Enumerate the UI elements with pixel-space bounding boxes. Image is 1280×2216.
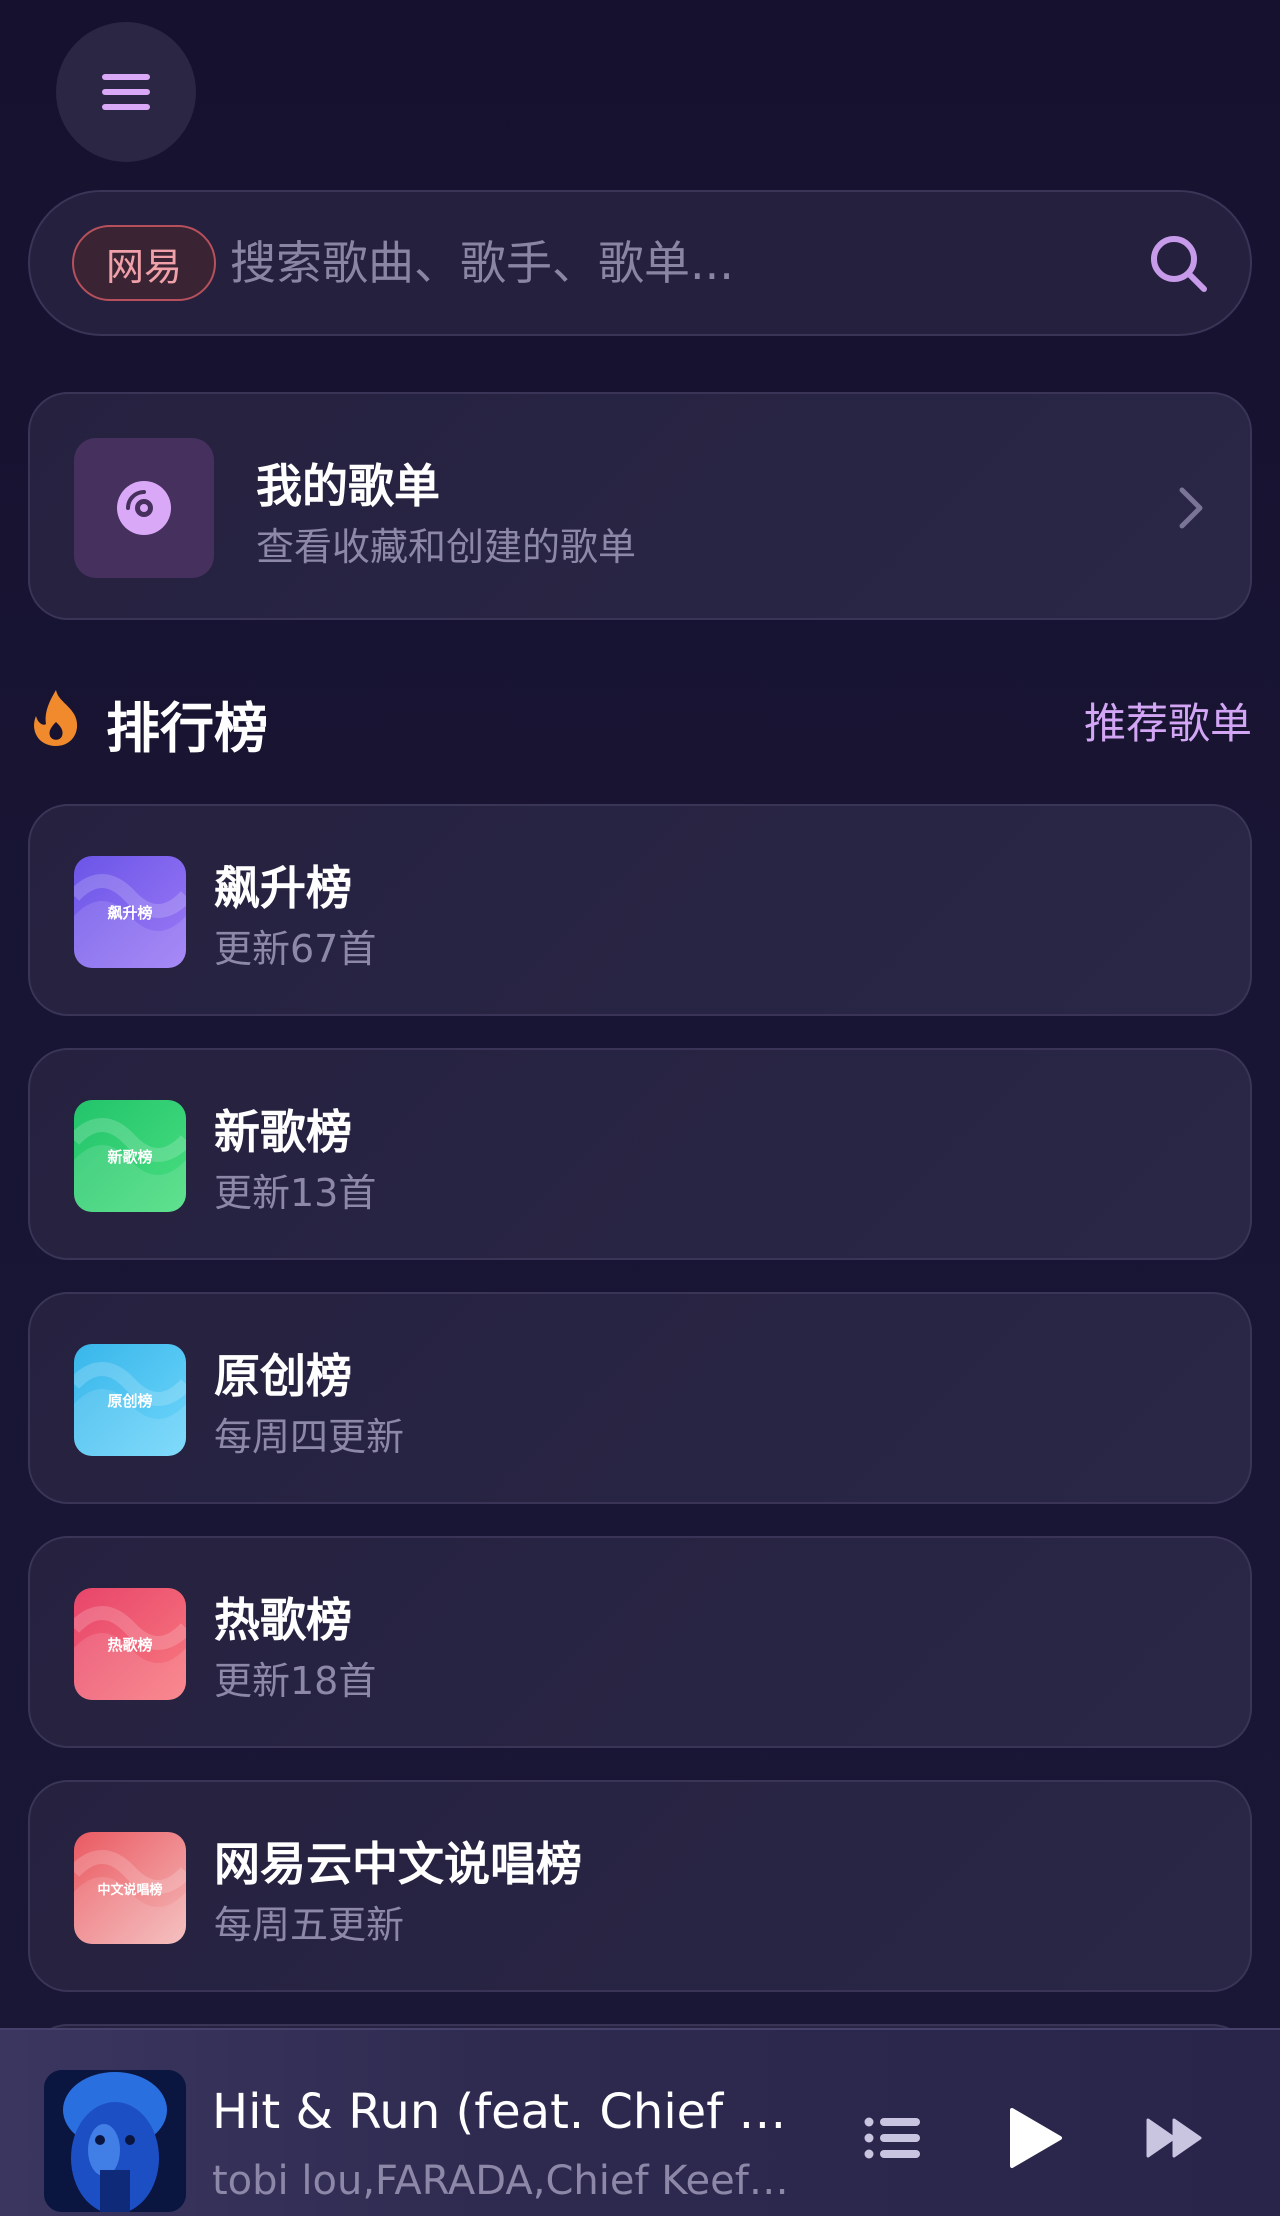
play-icon[interactable]	[1004, 2106, 1064, 2170]
chart-thumb: 热歌榜	[74, 1588, 186, 1700]
source-chip[interactable]: 网易	[72, 225, 216, 301]
chart-name: 新歌榜	[214, 1105, 352, 1159]
chart-meta: 更新13首	[214, 1171, 377, 1215]
disc-icon	[117, 481, 171, 535]
song-title: Hit & Run (feat. Chief Keef & BabyDrill)	[212, 2084, 802, 2140]
search-bar: 网易	[28, 190, 1252, 336]
section-title: 排行榜	[106, 697, 268, 760]
music-home-page: 网易 我的歌单 查看收藏和创建的歌单 排行榜 推荐歌单	[0, 0, 1280, 2216]
chart-name: 网易云中文说唱榜	[214, 1837, 582, 1891]
chart-thumb-label: 中文说唱榜	[97, 1882, 163, 1898]
playlist-icon[interactable]	[864, 2114, 920, 2162]
chart-name: 原创榜	[214, 1349, 352, 1403]
now-playing-bar[interactable]: Hit & Run (feat. Chief Keef & BabyDrill)…	[0, 2028, 1280, 2216]
menu-icon	[102, 74, 150, 110]
search-icon[interactable]	[1146, 231, 1210, 295]
chart-thumb-label: 飙升榜	[107, 903, 153, 922]
chart-meta: 更新67首	[214, 927, 377, 971]
my-playlists-title: 我的歌单	[256, 459, 440, 513]
my-playlists-card[interactable]: 我的歌单 查看收藏和创建的歌单	[28, 392, 1252, 620]
chart-card[interactable]: 新歌榜 新歌榜 更新13首	[28, 1048, 1252, 1260]
chart-thumb: 飙升榜	[74, 856, 186, 968]
recommended-playlists-link[interactable]: 推荐歌单	[1084, 690, 1252, 751]
my-playlists-thumb	[74, 438, 214, 578]
menu-button[interactable]	[56, 22, 196, 162]
chart-thumb: 新歌榜	[74, 1100, 186, 1212]
chart-thumb-label: 原创榜	[107, 1391, 153, 1410]
chart-thumb-label: 新歌榜	[107, 1147, 153, 1166]
chart-card[interactable]: 中文说唱榜 网易云中文说唱榜 每周五更新	[28, 1780, 1252, 1992]
my-playlists-subtitle: 查看收藏和创建的歌单	[256, 525, 637, 569]
chart-card[interactable]: 飙升榜 飙升榜 更新67首	[28, 804, 1252, 1016]
chart-meta: 更新18首	[214, 1659, 377, 1703]
fire-icon	[34, 690, 78, 746]
chart-name: 热歌榜	[214, 1593, 352, 1647]
next-icon[interactable]	[1146, 2116, 1202, 2160]
album-cover[interactable]	[44, 2070, 186, 2212]
chart-meta: 每周五更新	[214, 1903, 405, 1947]
album-art-image	[44, 2070, 186, 2212]
charts-section-header: 排行榜 推荐歌单	[28, 676, 1252, 760]
song-artist: tobi lou,FARADA,Chief Keef,BabyDrill	[212, 2158, 792, 2204]
chart-name: 飙升榜	[214, 861, 352, 915]
chart-card[interactable]: 热歌榜 热歌榜 更新18首	[28, 1536, 1252, 1748]
chart-thumb-label: 热歌榜	[107, 1635, 153, 1654]
chevron-right-icon	[1179, 487, 1203, 529]
chart-meta: 每周四更新	[214, 1415, 405, 1459]
chart-thumb: 原创榜	[74, 1344, 186, 1456]
chart-card[interactable]: 原创榜 原创榜 每周四更新	[28, 1292, 1252, 1504]
search-input[interactable]	[230, 236, 1146, 290]
chart-thumb: 中文说唱榜	[74, 1832, 186, 1944]
